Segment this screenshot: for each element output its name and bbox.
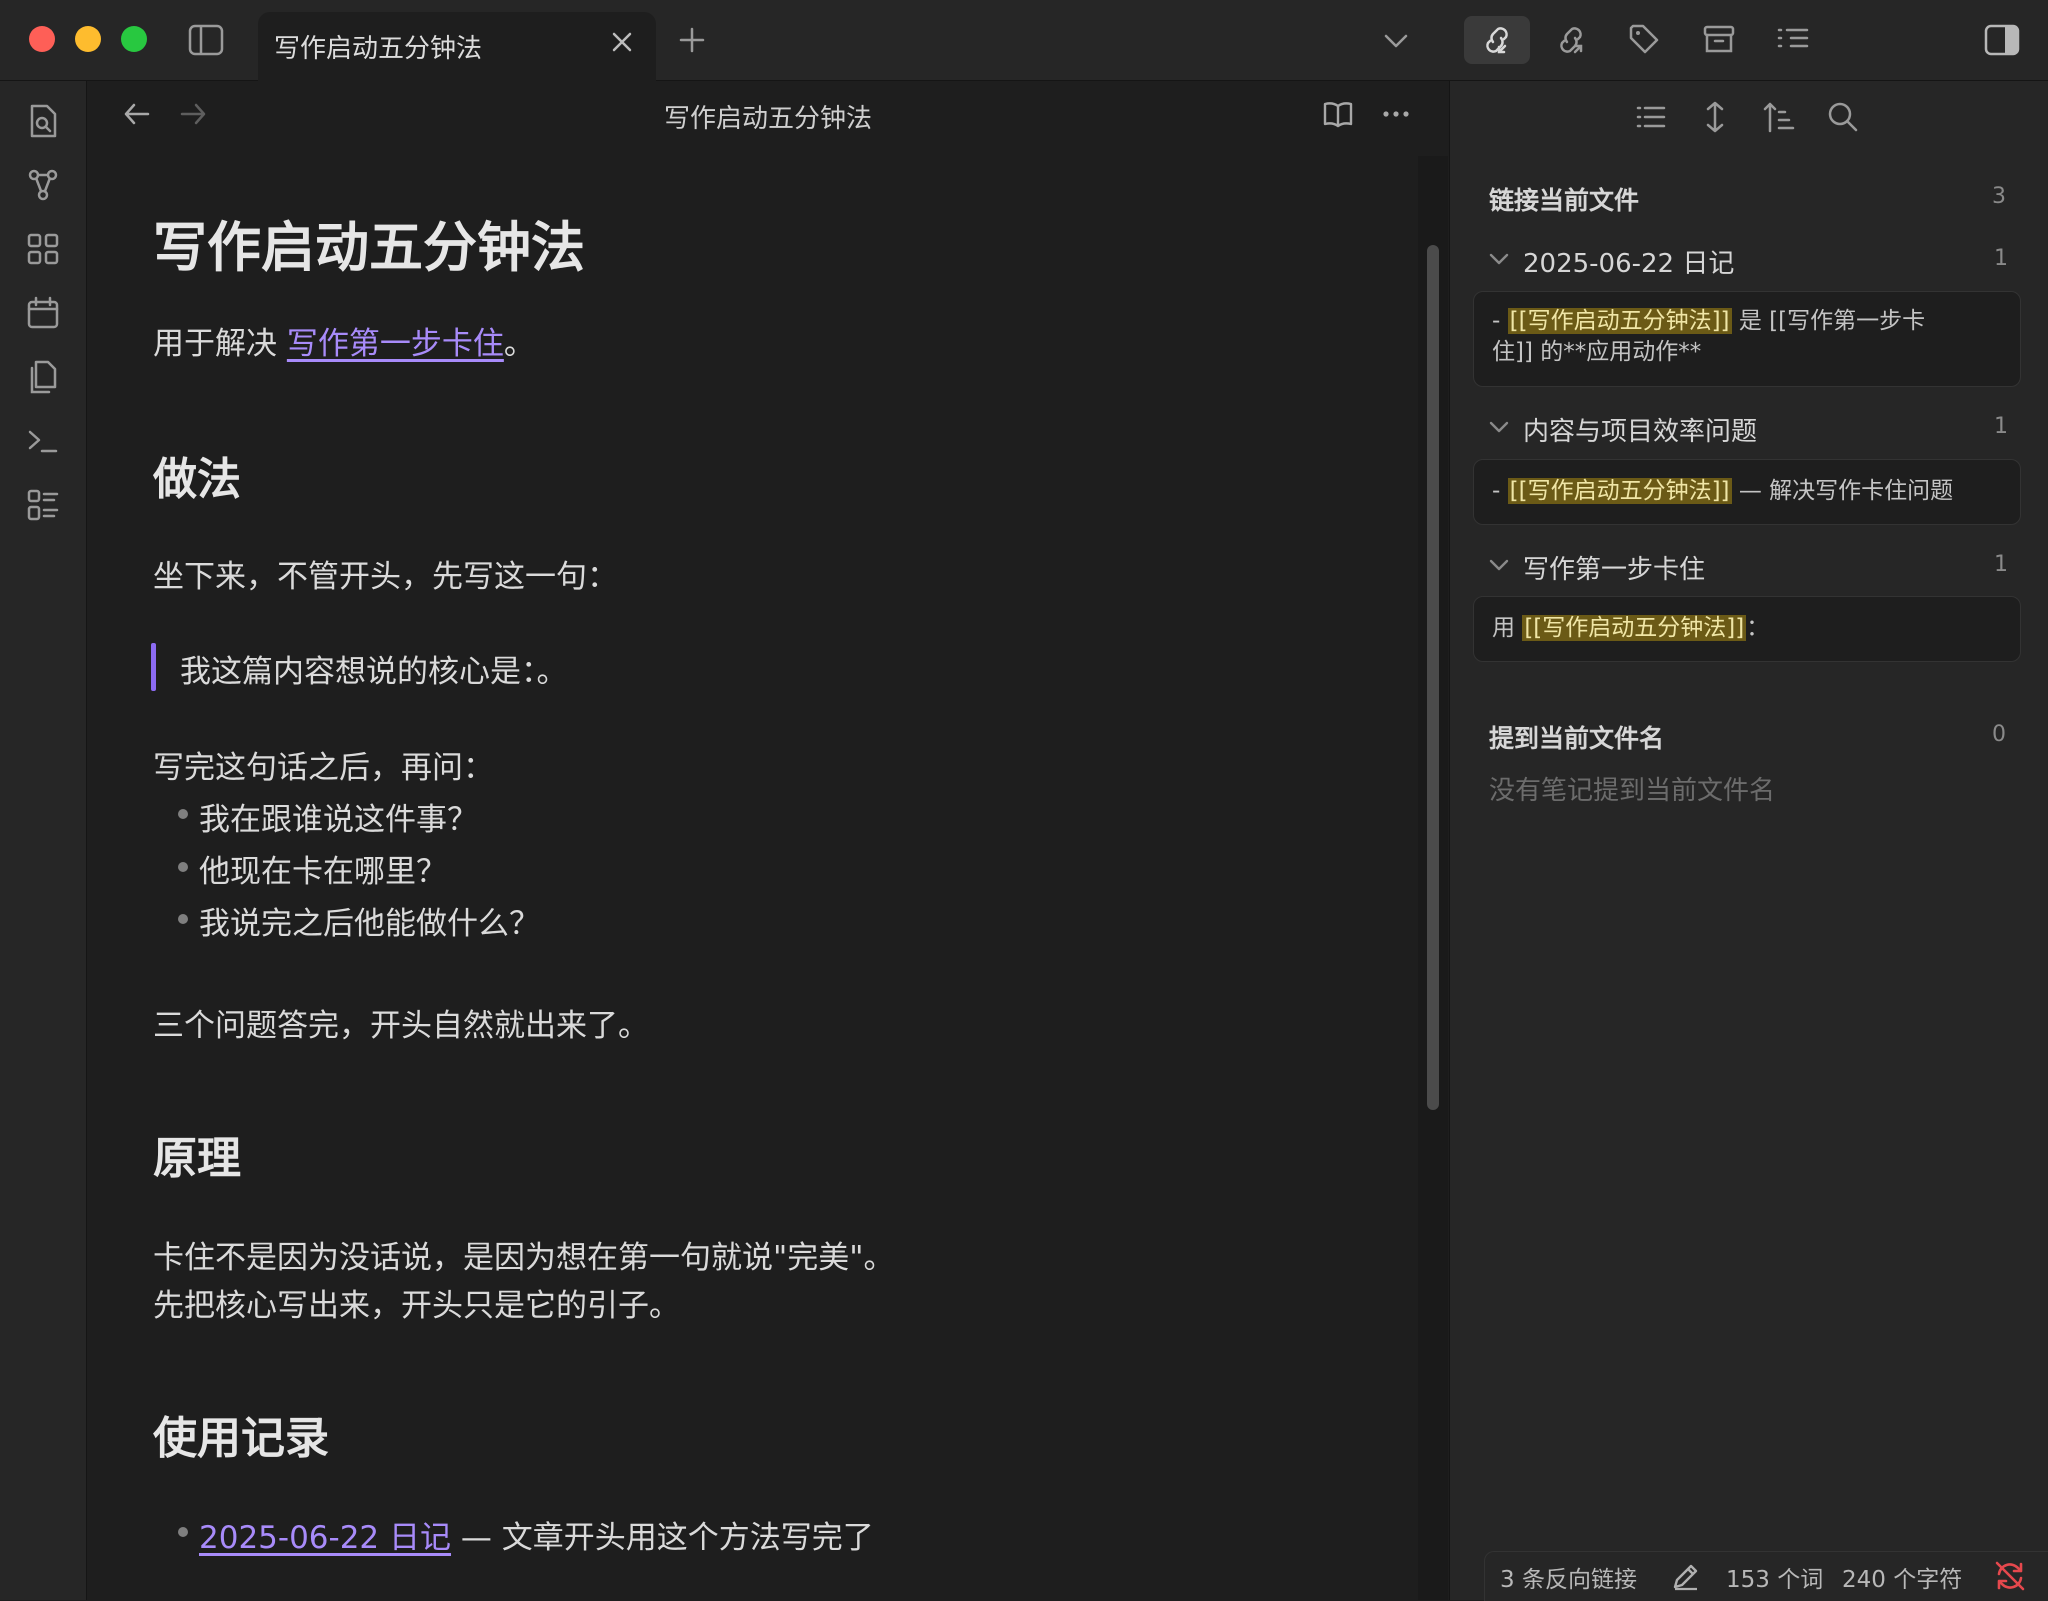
backlink-group-count: 1: [1994, 414, 2008, 439]
status-char-count: 240 个字符: [1842, 1567, 1963, 1593]
intro-prefix: 用于解决: [153, 326, 287, 362]
outline-icon: [1777, 28, 1809, 48]
unlinked-mentions-count: 0: [1992, 722, 2006, 747]
sync-error-icon[interactable]: [1993, 1560, 2027, 1592]
usage-item-link[interactable]: 2025-06-22 日记: [199, 1520, 451, 1556]
blockquote-bar: [151, 643, 156, 691]
kanban-icon[interactable]: [22, 484, 64, 526]
backlink-group-count: 1: [1994, 552, 2008, 577]
collapse-results-icon[interactable]: [1634, 100, 1668, 134]
tags-button[interactable]: [1612, 16, 1678, 64]
close-window-button[interactable]: [29, 26, 55, 52]
minimize-window-button[interactable]: [75, 26, 101, 52]
new-tab-icon[interactable]: [678, 26, 706, 54]
blockquote-text: 我这篇内容想说的核心是：。: [180, 654, 568, 690]
principle-line-1: 卡住不是因为没话说，是因为想在第一句就说"完美"。: [153, 1240, 895, 1276]
context-prefix: 用: [1492, 615, 1523, 641]
chevron-down-icon[interactable]: [1382, 28, 1410, 52]
sort-icon[interactable]: [1762, 100, 1796, 134]
context-prefix: -: [1492, 478, 1508, 504]
arrow-left-icon[interactable]: [122, 100, 152, 128]
chevron-down-icon[interactable]: [1488, 250, 1510, 268]
more-options-icon[interactable]: [1380, 100, 1412, 128]
chevron-down-icon[interactable]: [1488, 556, 1510, 574]
context-prefix: -: [1492, 308, 1508, 334]
templates-icon[interactable]: [22, 356, 64, 398]
list-item: 他现在卡在哪里？: [199, 854, 447, 890]
intro-link[interactable]: 写作第一步卡住: [287, 326, 504, 362]
document-title: 写作启动五分钟法: [153, 216, 585, 279]
usage-list-item: 2025-06-22 日记 — 文章开头用这个方法写完了: [199, 1512, 874, 1557]
terminal-icon[interactable]: [22, 420, 64, 462]
bullet-marker: [178, 914, 188, 924]
principle-line-2: 先把核心写出来，开头只是它的引子。: [153, 1288, 680, 1324]
method-paragraph-2: 写完这句话之后，再问：: [153, 750, 494, 786]
bullet-marker: [178, 809, 188, 819]
graph-view-icon[interactable]: [22, 164, 64, 206]
backlink-group-title[interactable]: 内容与项目效率问题: [1523, 411, 1757, 448]
expand-context-icon[interactable]: [1698, 100, 1732, 134]
section-heading-method: 做法: [153, 454, 241, 505]
editor-pane: [87, 81, 1448, 1600]
method-paragraph-1: 坐下来，不管开头，先写这一句：: [153, 559, 618, 595]
intro-paragraph: 用于解决 写作第一步卡住。: [153, 318, 535, 363]
context-suffix: — 解决写作卡住问题: [1731, 478, 1954, 504]
unlinked-empty-text: 没有笔记提到当前文件名: [1489, 776, 1776, 806]
archive-icon: [1703, 25, 1735, 53]
tags-icon: [1629, 24, 1659, 54]
zoom-window-button[interactable]: [121, 26, 147, 52]
book-open-icon[interactable]: [1322, 100, 1354, 128]
backlink-context-card[interactable]: 用 [[写作启动五分钟法]]：: [1473, 596, 2021, 662]
editor-scrollbar[interactable]: [1427, 245, 1439, 1110]
backlink-context-text: - [[写作启动五分钟法]] 是 [[写作第一步卡住]] 的**应用动作**: [1492, 306, 1962, 368]
backlinks-view-button[interactable]: [1464, 16, 1530, 64]
canvas-icon[interactable]: [22, 228, 64, 270]
backlink-context-text: 用 [[写作启动五分钟法]]：: [1492, 613, 2002, 644]
usage-item-suffix: — 文章开头用这个方法写完了: [451, 1520, 874, 1556]
context-highlight: [[写作启动五分钟法]]: [1507, 478, 1732, 504]
list-item: 我说完之后他能做什么？: [199, 906, 540, 942]
outgoing-links-button[interactable]: [1538, 16, 1604, 64]
method-paragraph-3: 三个问题答完，开头自然就出来了。: [153, 1008, 649, 1044]
backlink-group-count: 1: [1994, 246, 2008, 271]
backlinks-icon: [1486, 27, 1508, 54]
quick-switcher-icon[interactable]: [22, 100, 64, 142]
context-highlight: [[写作启动五分钟法]]: [1507, 308, 1732, 334]
status-backlinks-count[interactable]: 3 条反向链接: [1500, 1560, 1637, 1594]
backlink-context-text: - [[写作启动五分钟法]] — 解决写作卡住问题: [1492, 476, 2002, 507]
backlink-context-card[interactable]: - [[写作启动五分钟法]] 是 [[写作第一步卡住]] 的**应用动作**: [1473, 291, 2021, 387]
linked-mentions-count: 3: [1992, 184, 2006, 209]
bullet-marker: [178, 1527, 188, 1537]
arrow-right-icon[interactable]: [178, 100, 208, 128]
backlink-group-title[interactable]: 2025-06-22 日记: [1523, 243, 1734, 280]
tab-close-icon[interactable]: [610, 30, 634, 54]
search-icon[interactable]: [1826, 100, 1860, 134]
section-heading-usage: 使用记录: [153, 1413, 329, 1464]
context-highlight: [[写作启动五分钟法]]: [1522, 615, 1747, 641]
linked-mentions-title[interactable]: 链接当前文件: [1489, 181, 1639, 217]
list-item: 我在跟谁说这件事？: [199, 802, 478, 838]
bullet-marker: [178, 862, 188, 872]
section-heading-principle: 原理: [153, 1133, 241, 1184]
right-sidebar-toggle-icon[interactable]: [1984, 24, 2020, 56]
calendar-icon[interactable]: [22, 292, 64, 334]
outgoing-links-icon: [1560, 27, 1583, 54]
unlinked-mentions-title[interactable]: 提到当前文件名: [1489, 719, 1664, 755]
backlink-group-title[interactable]: 写作第一步卡住: [1523, 549, 1705, 586]
outline-button[interactable]: [1760, 16, 1826, 64]
context-suffix: ：: [1746, 615, 1770, 641]
backlink-context-card[interactable]: - [[写作启动五分钟法]] — 解决写作卡住问题: [1473, 459, 2021, 525]
tab-title: 写作启动五分钟法: [274, 34, 483, 64]
chevron-down-icon[interactable]: [1488, 418, 1510, 436]
status-word-count: 153 个词: [1726, 1567, 1824, 1593]
pencil-icon[interactable]: [1670, 1560, 1702, 1592]
intro-suffix: 。: [503, 326, 535, 362]
archive-button[interactable]: [1686, 16, 1752, 64]
view-header-title[interactable]: 写作启动五分钟法: [600, 98, 936, 135]
sidebar-toggle-icon[interactable]: [188, 24, 224, 56]
